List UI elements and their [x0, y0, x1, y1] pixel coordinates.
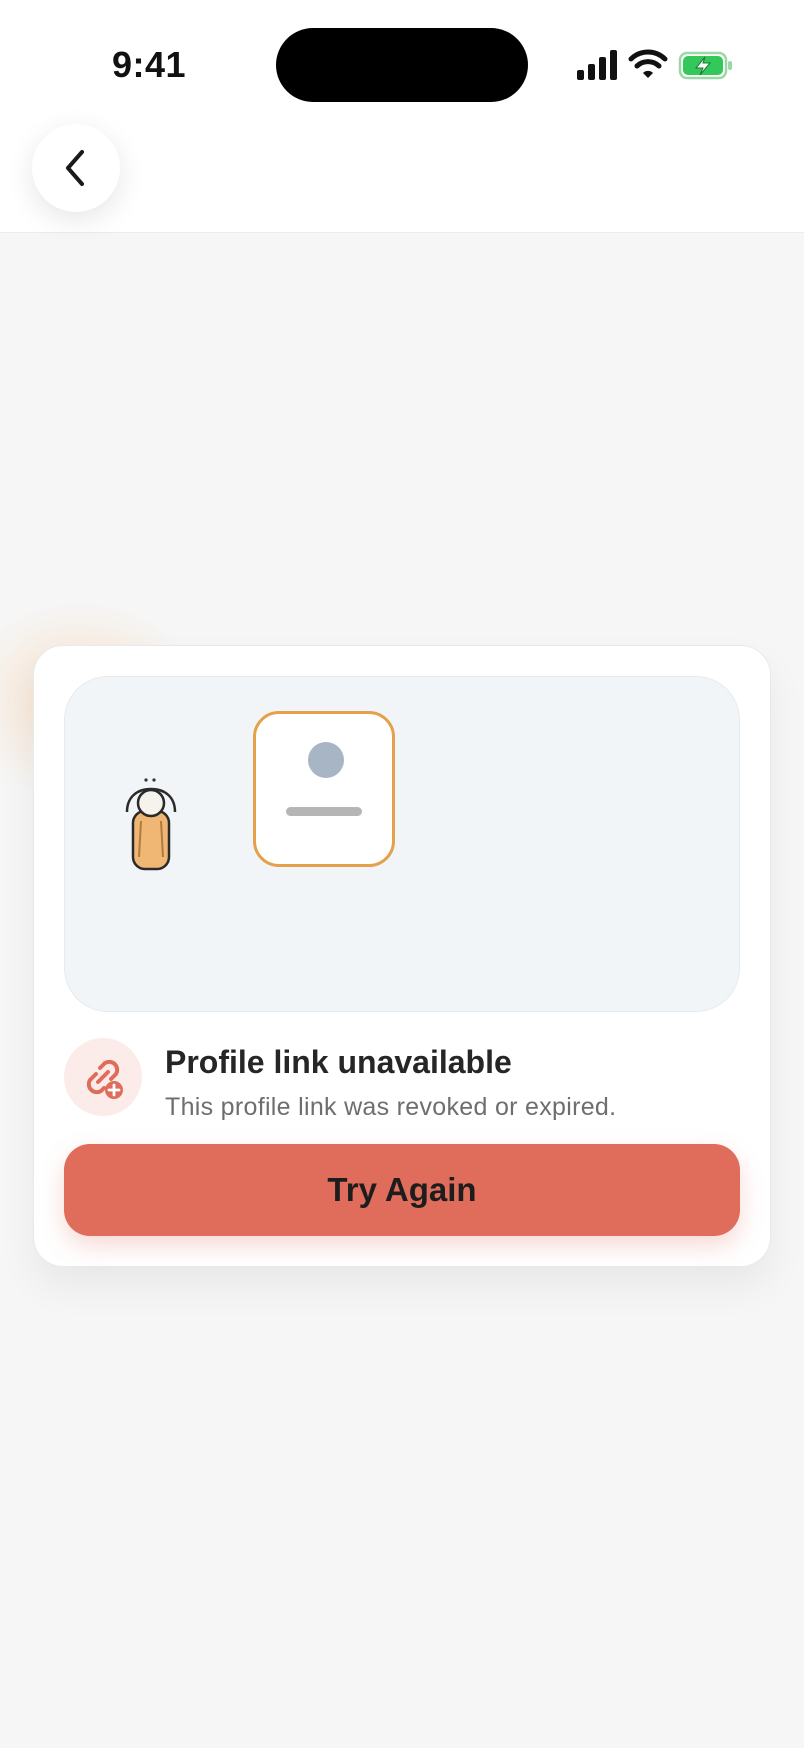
top-bar: 9:41: [0, 0, 804, 233]
wifi-icon: [628, 49, 668, 78]
illustration-panel: [64, 676, 740, 1012]
back-button[interactable]: [32, 124, 120, 212]
battery-charging-icon: [678, 51, 732, 80]
broken-link-icon: [86, 1059, 123, 1099]
cellular-signal-icon: [577, 50, 617, 80]
person-illustration: [125, 778, 177, 871]
profile-card-illustration: [253, 711, 395, 867]
error-card: Profile link unavailable This profile li…: [33, 645, 771, 1267]
message-row: Profile link unavailable This profile li…: [64, 1038, 740, 1128]
try-again-button[interactable]: Try Again: [64, 1144, 740, 1236]
error-title: Profile link unavailable: [165, 1044, 512, 1080]
avatar-placeholder: [308, 742, 344, 778]
chevron-left-icon: [66, 150, 84, 186]
status-time: 9:41: [112, 44, 187, 85]
name-placeholder-line: [286, 807, 362, 816]
profile-link-error-screen: 9:41 Profile link unavailable This profi…: [0, 0, 804, 1748]
dynamic-island: [276, 28, 528, 102]
broken-link-badge: [64, 1038, 142, 1116]
error-subtitle: This profile link was revoked or expired…: [165, 1093, 617, 1121]
